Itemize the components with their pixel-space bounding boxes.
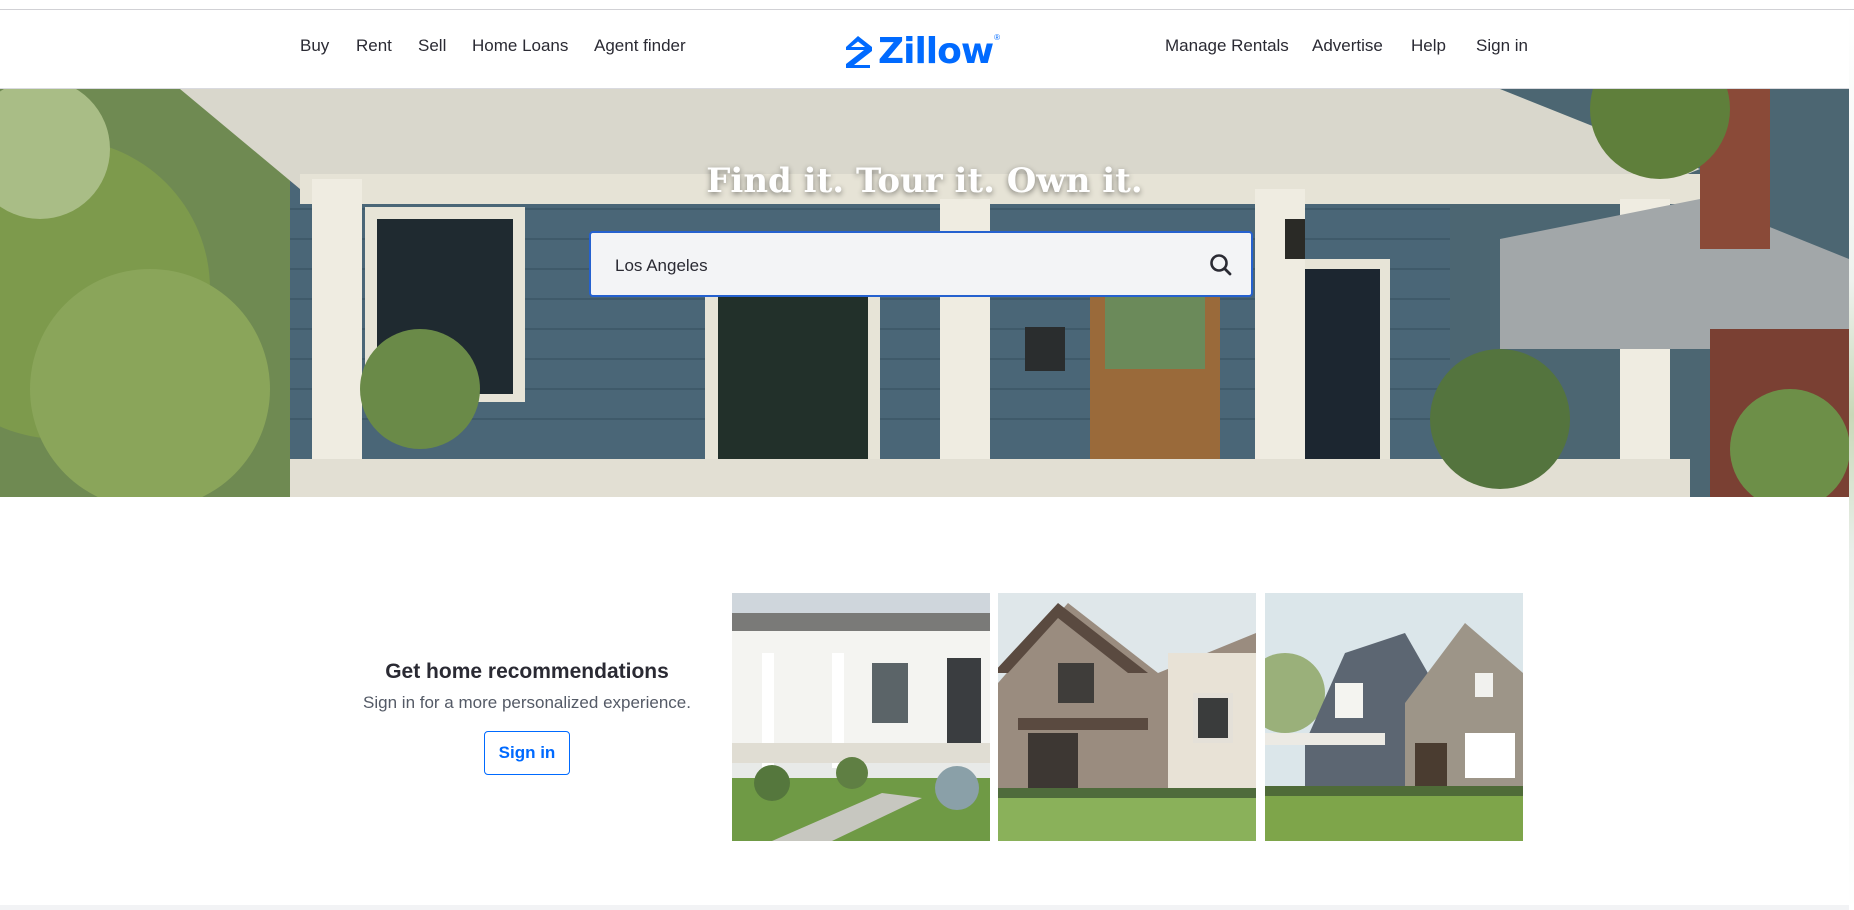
search-input[interactable] <box>613 251 1177 281</box>
site-header: Buy Rent Sell Home Loans Agent finder Zi… <box>0 10 1849 89</box>
side-strip <box>1849 10 1854 910</box>
recommendations-sign-in-button[interactable]: Sign in <box>484 731 570 775</box>
logo-registered-mark: ® <box>994 32 1001 42</box>
hero-title: Find it. Tour it. Own it. <box>706 161 1143 201</box>
nav-sign-in[interactable]: Sign in <box>1476 36 1528 56</box>
page: Buy Rent Sell Home Loans Agent finder Zi… <box>0 10 1849 910</box>
craftsman-house-image <box>998 593 1256 841</box>
white-porch-house-image <box>732 593 990 841</box>
nav-rent[interactable]: Rent <box>356 36 392 56</box>
nav-help[interactable]: Help <box>1411 36 1446 56</box>
stone-house-image <box>1265 593 1523 841</box>
hero-banner: Find it. Tour it. Own it. <box>0 89 1849 497</box>
section-divider <box>0 905 1849 910</box>
search-button[interactable] <box>1205 249 1237 281</box>
home-photo-1 <box>732 593 990 841</box>
recommendations-subtitle: Sign in for a more personalized experien… <box>363 693 691 712</box>
zillow-logo[interactable]: Zillow ® <box>842 30 1000 72</box>
search-icon <box>1210 254 1232 276</box>
zillow-logo-icon <box>846 36 872 68</box>
search-box <box>589 231 1253 297</box>
nav-buy[interactable]: Buy <box>300 36 329 56</box>
nav-sell[interactable]: Sell <box>418 36 446 56</box>
nav-home-loans[interactable]: Home Loans <box>472 36 568 56</box>
home-photo-2 <box>998 593 1256 841</box>
home-photo-3 <box>1265 593 1523 841</box>
recommendations-title: Get home recommendations <box>385 660 669 683</box>
browser-top-strip <box>0 0 1854 10</box>
nav-advertise[interactable]: Advertise <box>1312 36 1383 56</box>
logo-wordmark: Zillow <box>878 30 994 72</box>
nav-manage-rentals[interactable]: Manage Rentals <box>1165 36 1289 56</box>
nav-agent-finder[interactable]: Agent finder <box>594 36 686 56</box>
